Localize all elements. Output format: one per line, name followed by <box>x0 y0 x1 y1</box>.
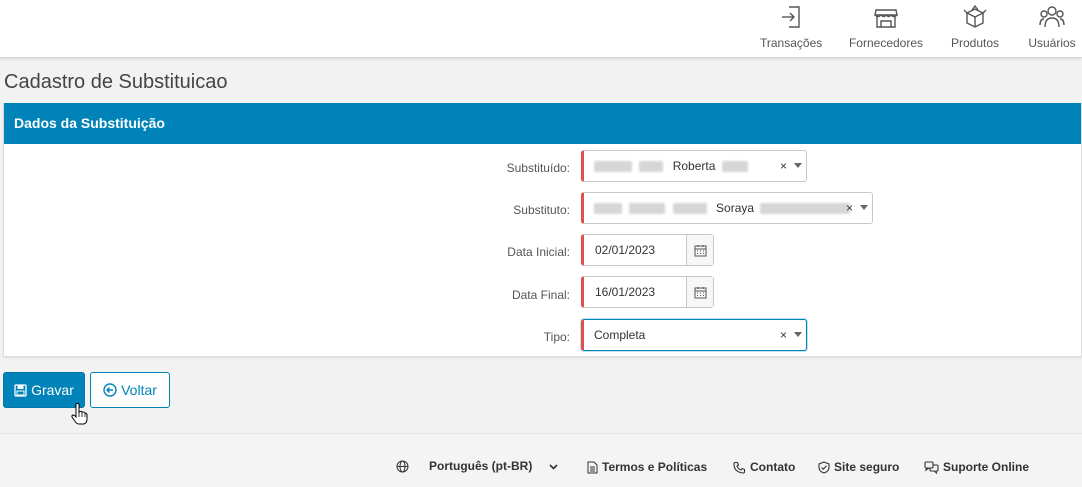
substituto-select[interactable]: Soraya × <box>581 192 873 224</box>
redacted-text <box>594 161 632 173</box>
substituto-clear-icon[interactable]: × <box>846 193 853 224</box>
redacted-text <box>639 161 664 173</box>
secure-site-label: Site seguro <box>834 460 900 474</box>
contact-label: Contato <box>750 460 796 474</box>
tipo-value: Completa <box>594 328 646 342</box>
redacted-text <box>760 203 851 215</box>
chevron-down-icon[interactable] <box>794 163 802 168</box>
arrow-left-circle-icon <box>103 383 117 397</box>
nav-item-produtos[interactable]: Produtos <box>948 3 1002 53</box>
language-label: Português (pt-BR) <box>429 459 533 473</box>
shield-check-icon <box>818 460 830 474</box>
tipo-clear-icon[interactable]: × <box>780 320 787 351</box>
substituido-value: Roberta <box>594 151 748 181</box>
back-button[interactable]: Voltar <box>90 372 170 408</box>
document-icon <box>587 461 598 473</box>
contact-link[interactable]: Contato <box>733 460 795 474</box>
data-final-label: Data Final: <box>511 288 570 302</box>
substituido-clear-icon[interactable]: × <box>780 151 787 182</box>
hand-cursor-icon <box>71 403 88 425</box>
secure-site-link[interactable]: Site seguro <box>818 460 899 474</box>
online-support-label: Suporte Online <box>943 460 1030 474</box>
login-icon <box>782 6 800 28</box>
online-support-link[interactable]: Suporte Online <box>924 460 1029 474</box>
footer: Português (pt-BR) Termos e Políticas Con… <box>0 433 1082 487</box>
nav-item-usuarios[interactable]: Usuários <box>1026 3 1078 53</box>
panel-header: Dados da Substituição <box>4 103 1081 144</box>
substituido-select[interactable]: Roberta × <box>581 150 807 182</box>
substituto-value: Soraya <box>594 193 851 223</box>
data-final-field[interactable]: 16/01/2023 <box>581 276 714 308</box>
redacted-text <box>721 161 748 173</box>
top-navigation: Transações Fornecedores Produtos Usuário… <box>0 0 1082 58</box>
box-icon <box>963 4 987 28</box>
substituto-name: Soraya <box>716 201 755 215</box>
redacted-text <box>672 203 707 215</box>
terms-link[interactable]: Termos e Políticas <box>587 460 707 474</box>
data-final-value: 16/01/2023 <box>595 285 656 299</box>
users-icon <box>1039 6 1065 28</box>
data-inicial-field[interactable]: 02/01/2023 <box>581 234 714 266</box>
tipo-select[interactable]: Completa × <box>581 319 807 351</box>
chat-icon <box>924 460 939 474</box>
redacted-text <box>594 203 622 215</box>
phone-icon <box>733 461 746 474</box>
language-selector[interactable]: Português (pt-BR) <box>396 459 559 473</box>
nav-label-produtos: Produtos <box>950 36 1000 50</box>
substituto-label: Substituto: <box>513 203 570 217</box>
globe-icon <box>396 460 409 472</box>
nav-label-fornecedores: Fornecedores <box>848 36 924 50</box>
store-icon <box>874 9 898 28</box>
floppy-disk-icon <box>14 383 27 397</box>
redacted-text <box>629 203 666 215</box>
terms-label: Termos e Políticas <box>602 460 708 474</box>
nav-label-usuarios: Usuários <box>1028 36 1076 50</box>
page-title: Cadastro de Substituicao <box>4 71 228 93</box>
nav-item-transacoes[interactable]: Transações <box>760 3 822 53</box>
nav-item-fornecedores[interactable]: Fornecedores <box>848 3 924 53</box>
chevron-down-icon[interactable] <box>860 205 868 210</box>
data-inicial-value: 02/01/2023 <box>595 243 656 257</box>
chevron-down-icon <box>549 463 558 470</box>
data-inicial-label: Data Inicial: <box>507 245 570 259</box>
back-button-label: Voltar <box>121 382 157 398</box>
nav-label-transacoes: Transações <box>760 36 823 50</box>
save-button-label: Gravar <box>31 382 74 398</box>
tipo-label: Tipo: <box>543 330 570 344</box>
substituido-name: Roberta <box>672 159 716 173</box>
calendar-icon[interactable] <box>686 277 713 307</box>
form-panel: Dados da Substituição Substituído: Rober… <box>3 103 1082 357</box>
calendar-icon[interactable] <box>686 235 713 265</box>
chevron-down-icon[interactable] <box>794 332 802 337</box>
substituido-label: Substituído: <box>506 161 570 175</box>
